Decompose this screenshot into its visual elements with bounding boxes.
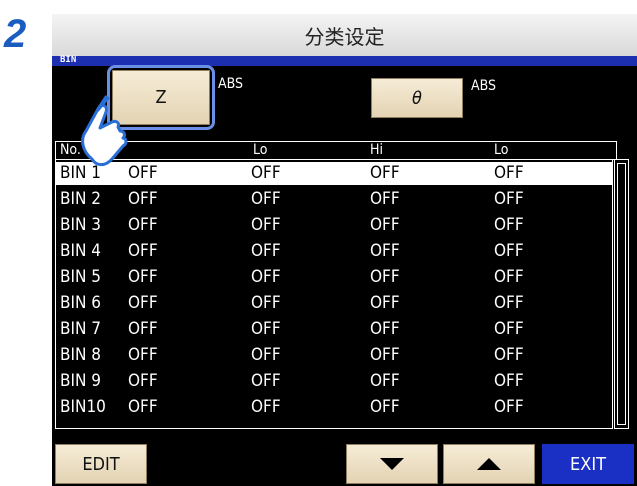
bin-value: OFF bbox=[494, 319, 524, 339]
bin-value: OFF bbox=[494, 215, 524, 235]
bin-value: OFF bbox=[370, 319, 400, 339]
bin-value: OFF bbox=[370, 371, 400, 391]
pointing-hand-icon bbox=[81, 95, 128, 167]
bin-value: OFF bbox=[370, 293, 400, 313]
exit-button[interactable]: EXIT bbox=[542, 444, 634, 484]
bin-name: BIN 7 bbox=[60, 319, 102, 339]
theta-mode-label: ABS bbox=[471, 78, 497, 94]
table-row[interactable]: BIN 7 OFF OFF OFF OFF bbox=[56, 318, 612, 341]
table-row[interactable]: BIN 3 OFF OFF OFF OFF bbox=[56, 214, 612, 237]
table-row[interactable]: BIN10 OFF OFF OFF OFF bbox=[56, 396, 612, 419]
bin-value: OFF bbox=[251, 215, 281, 235]
triangle-down-icon bbox=[380, 458, 404, 470]
bin-value: OFF bbox=[128, 319, 158, 339]
table-row[interactable]: BIN 4 OFF OFF OFF OFF bbox=[56, 240, 612, 263]
instrument-screen: 分类设定 BIN Z ABS θ ABS No. Lo Hi Lo BIN 1 … bbox=[52, 14, 637, 486]
bin-value: OFF bbox=[251, 267, 281, 287]
scrollbar-thumb[interactable] bbox=[617, 163, 626, 425]
step-number: 2 bbox=[4, 12, 27, 56]
theta-parameter-button[interactable]: θ bbox=[371, 78, 463, 118]
table-row[interactable]: BIN 6 OFF OFF OFF OFF bbox=[56, 292, 612, 315]
bin-value: OFF bbox=[251, 397, 281, 417]
bin-value: OFF bbox=[128, 345, 158, 365]
bin-value: OFF bbox=[251, 319, 281, 339]
bin-value: OFF bbox=[128, 189, 158, 209]
scroll-up-button[interactable] bbox=[443, 444, 535, 484]
section-label: BIN bbox=[60, 55, 77, 65]
bin-value: OFF bbox=[494, 241, 524, 261]
bin-value: OFF bbox=[128, 215, 158, 235]
bin-value: OFF bbox=[494, 267, 524, 287]
scroll-down-button[interactable] bbox=[346, 444, 438, 484]
bin-value: OFF bbox=[370, 397, 400, 417]
bin-value: OFF bbox=[128, 293, 158, 313]
table-row[interactable]: BIN 2 OFF OFF OFF OFF bbox=[56, 188, 612, 211]
scrollbar[interactable] bbox=[614, 159, 629, 429]
bin-value: OFF bbox=[370, 241, 400, 261]
bin-name: BIN 9 bbox=[60, 371, 102, 391]
bin-value: OFF bbox=[370, 215, 400, 235]
bin-name: BIN 4 bbox=[60, 241, 102, 261]
bin-value: OFF bbox=[128, 397, 158, 417]
bin-value: OFF bbox=[494, 189, 524, 209]
bin-value: OFF bbox=[251, 345, 281, 365]
bin-name: BIN 6 bbox=[60, 293, 102, 313]
header-theta-lo: Lo bbox=[494, 142, 509, 158]
bin-value: OFF bbox=[128, 267, 158, 287]
bin-name: BIN 3 bbox=[60, 215, 102, 235]
bin-value: OFF bbox=[494, 345, 524, 365]
z-mode-label: ABS bbox=[218, 76, 244, 92]
bin-value: OFF bbox=[370, 163, 400, 183]
bin-list[interactable]: BIN 1 OFF OFF OFF OFF BIN 2 OFF OFF OFF … bbox=[55, 159, 613, 429]
bin-name: BIN10 bbox=[60, 397, 106, 417]
bin-name: BIN 8 bbox=[60, 345, 102, 365]
table-row[interactable]: BIN 5 OFF OFF OFF OFF bbox=[56, 266, 612, 289]
bin-value: OFF bbox=[494, 397, 524, 417]
bin-value: OFF bbox=[494, 163, 524, 183]
bin-value: OFF bbox=[251, 189, 281, 209]
bin-value: OFF bbox=[128, 241, 158, 261]
header-z-hi: Hi bbox=[370, 142, 383, 158]
bin-value: OFF bbox=[251, 293, 281, 313]
bin-value: OFF bbox=[494, 293, 524, 313]
header-z-lo: Lo bbox=[253, 142, 268, 158]
edit-button[interactable]: EDIT bbox=[55, 444, 147, 484]
screen-title: 分类设定 bbox=[52, 14, 637, 56]
bin-name: BIN 2 bbox=[60, 189, 102, 209]
bin-value: OFF bbox=[128, 371, 158, 391]
bin-value: OFF bbox=[494, 371, 524, 391]
bin-value: OFF bbox=[251, 371, 281, 391]
bin-value: OFF bbox=[251, 163, 281, 183]
bin-value: OFF bbox=[370, 189, 400, 209]
table-row[interactable]: BIN 8 OFF OFF OFF OFF bbox=[56, 344, 612, 367]
table-row[interactable]: BIN 9 OFF OFF OFF OFF bbox=[56, 370, 612, 393]
bin-value: OFF bbox=[370, 345, 400, 365]
bin-value: OFF bbox=[370, 267, 400, 287]
triangle-up-icon bbox=[477, 458, 501, 470]
bin-name: BIN 5 bbox=[60, 267, 102, 287]
bin-value: OFF bbox=[251, 241, 281, 261]
